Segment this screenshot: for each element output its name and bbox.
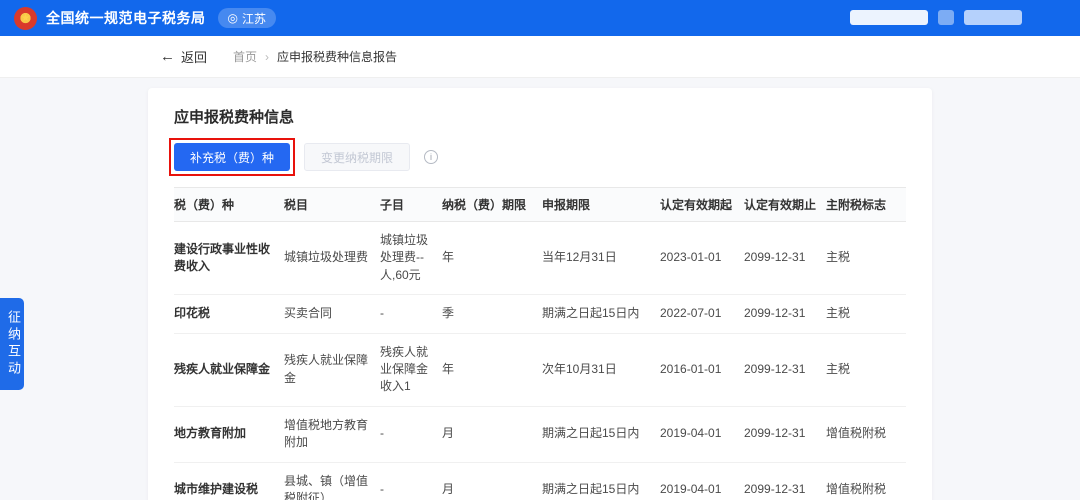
table-cell: 主税 (826, 333, 906, 407)
table-cell: 2023-01-01 (660, 221, 744, 296)
table-header-cell: 申报期限 (542, 187, 660, 222)
site-title: 全国统一规范电子税务局 (46, 10, 206, 26)
table-cell: - (380, 462, 442, 500)
interaction-side-tab[interactable]: 征纳互动 (0, 298, 24, 390)
table-cell: 2099-12-31 (744, 406, 826, 463)
table-cell: 残疾人就业保障金收入1 (380, 333, 442, 407)
table-row: 建设行政事业性收费收入 城镇垃圾处理费 城镇垃圾处理费--人,60元年当年12月31… (174, 221, 906, 296)
table-cell: 2022-07-01 (660, 294, 744, 334)
table-cell: 2019-04-01 (660, 462, 744, 500)
table-cell: 增值税附税 (826, 462, 906, 500)
tax-table-head-row: 税（费）种 税目 子目 纳税（费）期限 申报期限 认定有效期起 认定有效期止 主附税标志 (174, 187, 906, 222)
redacted-block (850, 10, 928, 25)
table-header-cell: 认定有效期起 (660, 187, 744, 222)
table-header-cell: 税目 (284, 187, 380, 222)
table-cell: 增值税地方教育附加 (284, 406, 380, 463)
table-row: 残疾人就业保障金 残疾人就业保障金 残疾人就业保障金收入1 年次年10月31日 2016… (174, 333, 906, 407)
back-label: 返回 (181, 50, 208, 65)
table-header-cell: 税（费）种 (174, 187, 284, 222)
table-cell: 年 (442, 333, 542, 407)
table-cell: 2099-12-31 (744, 294, 826, 334)
table-cell: 买卖合同 (284, 294, 380, 334)
table-cell: 残疾人就业保障金 (174, 333, 284, 407)
info-icon[interactable]: i (424, 150, 439, 164)
table-header-cell: 纳税（费）期限 (442, 187, 542, 222)
tax-table: 税（费）种 税目 子目 纳税（费）期限 申报期限 认定有效期起 认定有效期止 主附税标志 建设… (174, 187, 906, 500)
table-cell: 城镇垃圾处理费 (284, 221, 380, 296)
supplement-tax-button[interactable]: 补充税（费）种 (174, 143, 291, 171)
table-cell: 年 (442, 221, 542, 296)
table-cell: 城市维护建设税 (174, 462, 284, 500)
tax-bureau-logo-icon: ★ (14, 6, 37, 30)
table-row: 城市维护建设税 县城、镇（增值税附征） - 月期满之日起15日内 2019-04-01 2… (174, 462, 906, 500)
region-label: 江苏 (241, 11, 266, 26)
table-cell: 2016-01-01 (660, 333, 744, 407)
table-cell: 月 (442, 462, 542, 500)
table-cell: 次年10月31日 (542, 333, 660, 407)
table-cell: 期满之日起15日内 (542, 462, 660, 500)
breadcrumb-home[interactable]: 首页 (233, 48, 257, 65)
table-cell: 地方教育附加 (174, 406, 284, 463)
breadcrumb-bar: ← 返回 首页 › 应申报税费种信息报告 (0, 36, 1080, 78)
breadcrumb: 首页 › 应申报税费种信息报告 (233, 48, 397, 65)
table-cell: 县城、镇（增值税附征） (284, 462, 380, 500)
table-cell: 城镇垃圾处理费--人,60元 (380, 221, 442, 296)
region-badge[interactable]: ◎ 江苏 (217, 8, 276, 28)
table-cell: 期满之日起15日内 (542, 406, 660, 463)
table-cell: 残疾人就业保障金 (284, 333, 380, 407)
table-cell: 月 (442, 406, 542, 463)
table-row: 地方教育附加 增值税地方教育附加 - 月期满之日起15日内 2019-04-01 2099… (174, 406, 906, 463)
back-button[interactable]: ← 返回 (160, 47, 207, 66)
table-cell: 2099-12-31 (744, 221, 826, 296)
toolbar: 补充税（费）种 变更纳税期限 i (169, 138, 906, 176)
table-cell: 当年12月31日 (542, 221, 660, 296)
user-info-redacted (850, 10, 1022, 25)
redacted-block (938, 10, 954, 25)
table-cell: 印花税 (174, 294, 284, 334)
table-cell: 期满之日起15日内 (542, 294, 660, 334)
table-cell: 季 (442, 294, 542, 334)
table-cell: 增值税附税 (826, 406, 906, 463)
tax-table-body: 建设行政事业性收费收入 城镇垃圾处理费 城镇垃圾处理费--人,60元年当年12月31… (174, 221, 906, 500)
table-cell: - (380, 406, 442, 463)
table-header-cell: 子目 (380, 187, 442, 222)
topbar: ★ 全国统一规范电子税务局 ◎ 江苏 (0, 0, 1080, 36)
redacted-block (964, 10, 1022, 25)
table-cell: 主税 (826, 221, 906, 296)
breadcrumb-separator-icon: › (265, 49, 270, 64)
table-cell: 建设行政事业性收费收入 (174, 221, 284, 296)
back-arrow-icon: ← (160, 48, 175, 65)
table-header-cell: 认定有效期止 (744, 187, 826, 222)
region-icon: ◎ (227, 11, 238, 25)
table-cell: 2099-12-31 (744, 333, 826, 407)
main-card: 应申报税费种信息 补充税（费）种 变更纳税期限 i 税（费）种 税目 子目 纳税（费）… (148, 88, 932, 500)
table-cell: - (380, 294, 442, 334)
table-cell: 2099-12-31 (744, 462, 826, 500)
table-header-cell: 主附税标志 (826, 187, 906, 222)
change-deadline-button: 变更纳税期限 (304, 143, 411, 171)
breadcrumb-current: 应申报税费种信息报告 (277, 50, 398, 64)
table-cell: 2019-04-01 (660, 406, 744, 463)
page-title: 应申报税费种信息 (174, 109, 295, 126)
table-cell: 主税 (826, 294, 906, 334)
table-row: 印花税 买卖合同 - 季期满之日起15日内 2022-07-01 2099-12-31 主税 (174, 294, 906, 334)
